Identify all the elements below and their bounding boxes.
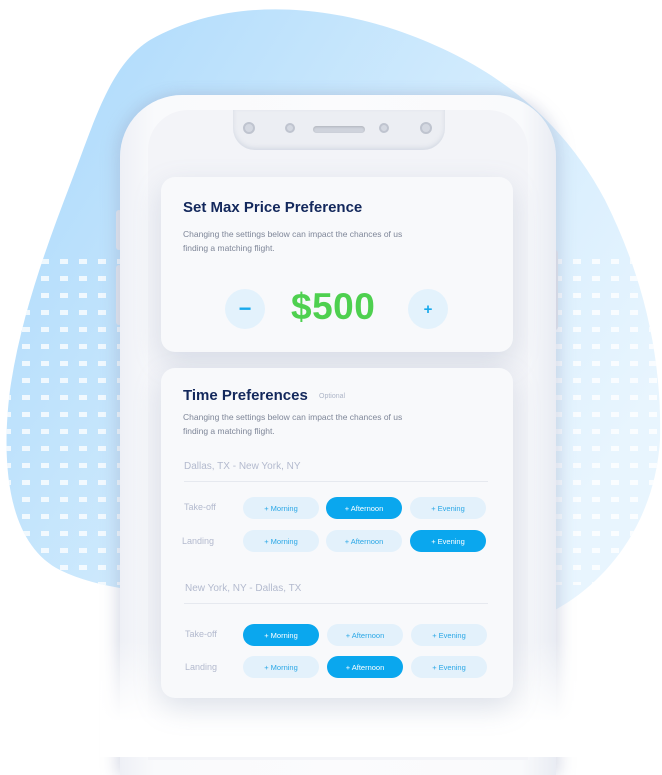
takeoff-evening-button[interactable]: + Evening [410, 497, 486, 519]
time-card-description: Changing the settings below can impact t… [183, 412, 403, 436]
takeoff-afternoon-button[interactable]: + Afternoon [326, 497, 402, 519]
sensor-icon [420, 122, 432, 134]
takeoff-label: Take-off [185, 629, 217, 639]
speaker-grille [313, 126, 365, 133]
sensor-icon [285, 123, 295, 133]
landing-evening-button[interactable]: + Evening [410, 530, 486, 552]
landing-afternoon-button[interactable]: + Afternoon [327, 656, 403, 678]
price-preference-card: Set Max Price Preference Changing the se… [161, 177, 513, 352]
landing-morning-button[interactable]: + Morning [243, 530, 319, 552]
takeoff-morning-button[interactable]: + Morning [243, 497, 319, 519]
increase-price-button[interactable]: + [408, 289, 448, 329]
route-heading: New York, NY - Dallas, TX [185, 583, 302, 594]
takeoff-afternoon-button[interactable]: + Afternoon [327, 624, 403, 646]
route-heading: Dallas, TX - New York, NY [184, 461, 301, 472]
phone-notch [233, 110, 445, 150]
landing-label: Landing [185, 662, 218, 672]
max-price-value: $500 [291, 286, 376, 327]
price-card-description: Changing the settings below can impact t… [183, 229, 403, 253]
optional-label: Optional [319, 393, 346, 400]
landing-afternoon-button[interactable]: + Afternoon [326, 530, 402, 552]
decrease-price-button[interactable]: − [225, 289, 265, 329]
route-divider [184, 603, 488, 604]
landing-label: Landing [182, 536, 215, 546]
takeoff-morning-button[interactable]: + Morning [243, 624, 319, 646]
takeoff-evening-button[interactable]: + Evening [411, 624, 487, 646]
takeoff-label: Take-off [184, 502, 216, 512]
landing-evening-button[interactable]: + Evening [411, 656, 487, 678]
route-divider [184, 481, 488, 482]
camera-icon [379, 123, 389, 133]
landing-morning-button[interactable]: + Morning [243, 656, 319, 678]
camera-icon [243, 122, 255, 134]
price-card-title: Set Max Price Preference [183, 199, 363, 216]
time-card-title: Time Preferences [183, 387, 308, 404]
time-preferences-card: Time Preferences Optional Changing the s… [161, 368, 513, 698]
